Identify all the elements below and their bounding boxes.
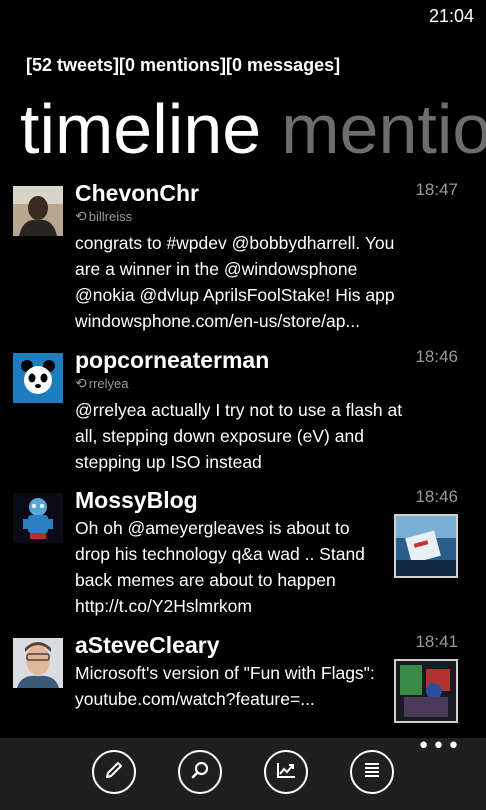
tweet-username[interactable]: MossyBlog bbox=[75, 487, 198, 514]
status-bar: 21:04 bbox=[0, 0, 486, 34]
tweet-time: 18:46 bbox=[415, 487, 458, 506]
pivot-header: timeline mentio bbox=[20, 88, 486, 170]
tweet-image-thumbnail[interactable] bbox=[394, 659, 458, 723]
tweet-text: @rrelyea actually I try not to use a fla… bbox=[75, 400, 403, 472]
retweet-info: ⟲ rrelyea bbox=[75, 375, 128, 392]
retweet-icon: ⟲ bbox=[75, 208, 87, 224]
retweeted-by: billreiss bbox=[88, 209, 133, 224]
compose-icon bbox=[103, 759, 125, 785]
app-bar: ••• bbox=[0, 736, 486, 810]
more-options-button[interactable]: ••• bbox=[417, 736, 462, 758]
pivot-tab-timeline[interactable]: timeline bbox=[20, 90, 261, 168]
trends-button[interactable] bbox=[264, 750, 308, 794]
tweet-username[interactable]: popcorneaterman bbox=[75, 347, 269, 374]
list-icon bbox=[361, 759, 383, 785]
avatar[interactable] bbox=[13, 353, 63, 403]
retweeted-by: rrelyea bbox=[88, 376, 129, 391]
avatar[interactable] bbox=[13, 638, 63, 688]
tweet-text: Oh oh @ameyergleaves is about to drop hi… bbox=[75, 518, 365, 616]
tweet-username[interactable]: ChevonChr bbox=[75, 180, 199, 207]
tweet-username[interactable]: aSteveCleary bbox=[75, 632, 220, 659]
lists-button[interactable] bbox=[350, 750, 394, 794]
search-icon bbox=[189, 759, 211, 785]
tweet-counts: [52 tweets][0 mentions][0 messages] bbox=[26, 55, 341, 75]
avatar[interactable] bbox=[13, 493, 63, 543]
tweet-image-thumbnail[interactable] bbox=[394, 514, 458, 578]
tweet-time: 18:46 bbox=[415, 347, 458, 366]
avatar[interactable] bbox=[13, 186, 63, 236]
tweet-text: Microsoft's version of "Fun with Flags":… bbox=[75, 663, 375, 709]
compose-button[interactable] bbox=[92, 750, 136, 794]
chart-icon bbox=[274, 759, 298, 785]
pivot-tab-mentions[interactable]: mentio bbox=[281, 90, 486, 168]
tweet-text: congrats to #wpdev @bobbydharrell. You a… bbox=[75, 233, 395, 331]
tweet-time: 18:47 bbox=[415, 180, 458, 199]
search-button[interactable] bbox=[178, 750, 222, 794]
retweet-icon: ⟲ bbox=[75, 375, 87, 391]
tweet-time: 18:41 bbox=[415, 632, 458, 651]
retweet-info: ⟲ billreiss bbox=[75, 208, 132, 225]
status-clock: 21:04 bbox=[428, 6, 474, 26]
